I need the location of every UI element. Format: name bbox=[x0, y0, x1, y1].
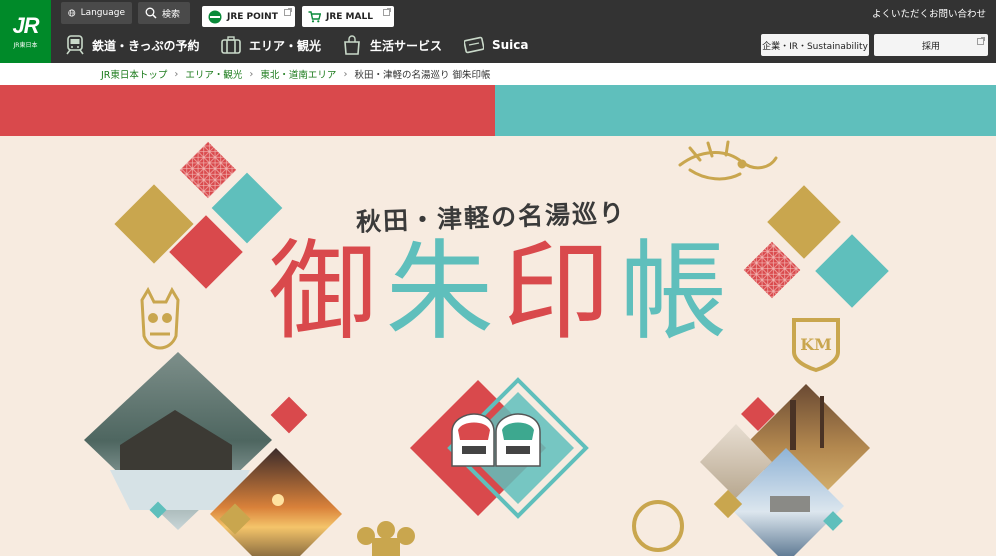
dragon-icon bbox=[678, 140, 778, 181]
jre-point-label: JRE POINT bbox=[227, 11, 278, 22]
decor-diamonds-left bbox=[114, 141, 283, 289]
hayabusa-train-icon bbox=[495, 413, 541, 467]
breadcrumb-separator-icon: › bbox=[174, 68, 179, 80]
globe-icon bbox=[68, 9, 76, 17]
title-char: 帳 bbox=[619, 230, 728, 355]
emblem-icon: KM bbox=[792, 318, 840, 373]
svg-text:KM: KM bbox=[800, 335, 832, 354]
external-link-icon bbox=[977, 37, 985, 45]
jre-mall-link[interactable]: JRE MALL bbox=[302, 6, 394, 27]
title-char: 朱 bbox=[385, 230, 494, 355]
nav-rail-tickets[interactable]: 鉄道・きっぷの予約 bbox=[66, 32, 200, 58]
nav-area-tourism[interactable]: エリア・観光 bbox=[221, 32, 321, 58]
hero-band-teal bbox=[495, 85, 996, 136]
search-icon bbox=[145, 7, 157, 19]
corporate-ir-link[interactable]: 企業・IR・Sustainability bbox=[761, 34, 869, 56]
faq-link[interactable]: よくいただくお問い合わせ bbox=[872, 6, 986, 20]
namahage-mask-icon bbox=[140, 286, 180, 350]
recruit-label: 採用 bbox=[921, 41, 940, 52]
suitcase-icon bbox=[221, 36, 241, 54]
search-button[interactable]: 検索 bbox=[138, 2, 190, 24]
jre-point-icon bbox=[208, 10, 222, 23]
jre-point-link[interactable]: JRE POINT bbox=[202, 6, 295, 27]
recruit-link[interactable]: 採用 bbox=[874, 34, 988, 56]
breadcrumb-current: 秋田・津軽の名湯巡り 御朱印帳 bbox=[354, 70, 491, 81]
breadcrumb-link-top[interactable]: JR東日本トップ bbox=[101, 67, 167, 81]
nav-label: 鉄道・きっぷの予約 bbox=[92, 38, 200, 53]
global-header: JR JR東日本 Language 検索 JRE POINT JRE MALL … bbox=[0, 0, 996, 63]
nav-life-services[interactable]: 生活サービス bbox=[342, 32, 442, 58]
nav-label: 生活サービス bbox=[370, 38, 443, 53]
nav-suica[interactable]: Suica bbox=[464, 32, 529, 58]
breadcrumb-link-tohoku[interactable]: 東北・道南エリア bbox=[260, 67, 336, 81]
komachi-train-icon bbox=[451, 413, 495, 467]
hero-band-red bbox=[0, 85, 495, 136]
breadcrumb-separator-icon: › bbox=[343, 68, 348, 80]
crest-emblem-icon bbox=[357, 521, 415, 556]
logo-mark: JR bbox=[12, 12, 39, 38]
title-char: 印 bbox=[502, 230, 611, 355]
breadcrumb-link-area[interactable]: エリア・観光 bbox=[185, 67, 242, 81]
search-label: 検索 bbox=[162, 9, 181, 20]
stamp-emblem-icon bbox=[632, 500, 684, 552]
external-link-icon bbox=[284, 8, 292, 16]
jre-mall-label: JRE MALL bbox=[326, 11, 373, 22]
hero-title: 御 朱 印 帳 bbox=[264, 228, 734, 368]
shopping-bag-icon bbox=[344, 35, 360, 55]
nav-label: エリア・観光 bbox=[249, 38, 322, 53]
breadcrumb: JR東日本トップ › エリア・観光 › 東北・道南エリア › 秋田・津軽の名湯巡… bbox=[0, 63, 996, 85]
language-button[interactable]: Language bbox=[61, 2, 132, 24]
corporate-label: 企業・IR・Sustainability bbox=[762, 41, 868, 52]
decor-diamond bbox=[270, 396, 308, 434]
decor-diamonds-right bbox=[743, 185, 889, 308]
goshuincho-hero-banner: KM 秋田・津軽の名湯巡り 御 朱 印 帳 bbox=[0, 136, 996, 556]
title-char: 御 bbox=[268, 230, 377, 355]
breadcrumb-separator-icon: › bbox=[249, 68, 254, 80]
nav-label: Suica bbox=[492, 38, 529, 52]
language-label: Language bbox=[80, 8, 125, 18]
external-link-icon bbox=[383, 8, 391, 16]
jr-east-logo[interactable]: JR JR東日本 bbox=[0, 0, 51, 63]
train-icon bbox=[66, 35, 84, 55]
logo-sub: JR東日本 bbox=[13, 41, 38, 49]
suica-card-icon bbox=[464, 36, 484, 54]
cart-icon bbox=[308, 10, 321, 22]
